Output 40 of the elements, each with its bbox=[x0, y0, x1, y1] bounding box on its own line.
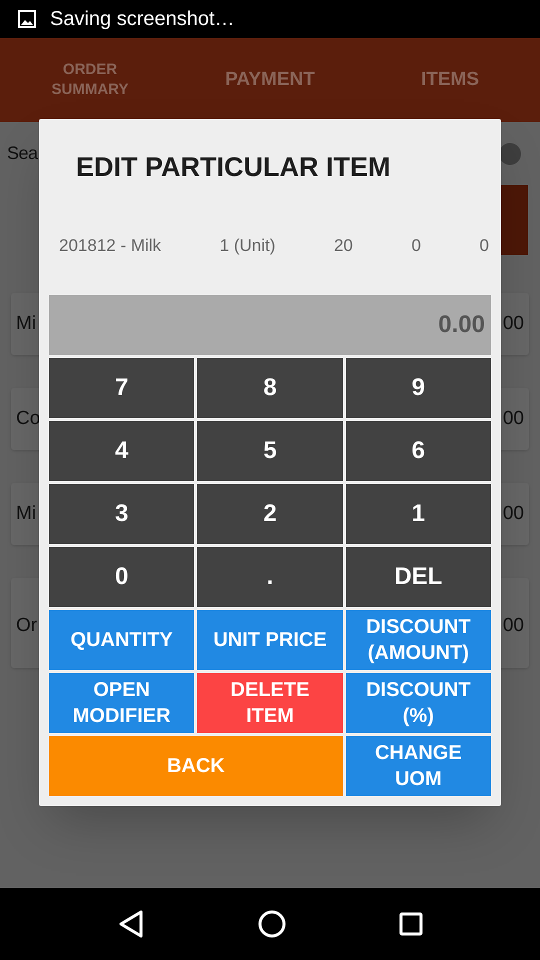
home-icon[interactable] bbox=[258, 910, 286, 938]
item-detail: 0 bbox=[411, 235, 421, 257]
keypad-button[interactable]: 7 bbox=[49, 358, 194, 418]
status-text: Saving screenshot… bbox=[50, 7, 235, 32]
keypad-button[interactable]: 3 bbox=[49, 484, 194, 544]
keypad-button[interactable]: 8 bbox=[197, 358, 343, 418]
item-detail: 0 bbox=[480, 235, 489, 257]
search-label: Sea bbox=[7, 142, 38, 165]
keypad-button[interactable]: 1 bbox=[346, 484, 491, 544]
back-icon[interactable] bbox=[116, 909, 145, 939]
recents-icon[interactable] bbox=[399, 912, 424, 936]
keypad-button[interactable]: DISCOUNT (AMOUNT) bbox=[346, 610, 491, 670]
keypad-button[interactable]: 6 bbox=[346, 420, 491, 480]
keypad-button[interactable]: UNIT PRICE bbox=[197, 610, 343, 670]
item-price: 00 bbox=[502, 406, 524, 431]
item-detail: 201812 - Milk bbox=[59, 235, 162, 257]
item-price: 00 bbox=[502, 614, 524, 638]
item-name: Mi bbox=[16, 312, 36, 336]
keypad-button[interactable]: 5 bbox=[197, 420, 343, 480]
keypad-button[interactable]: OPEN MODIFIER bbox=[49, 672, 194, 732]
keypad-button[interactable]: DEL bbox=[346, 546, 491, 606]
dialog-title: EDIT PARTICULAR ITEM bbox=[76, 151, 392, 183]
keypad-button[interactable]: . bbox=[197, 546, 343, 606]
keypad-button[interactable]: 0 bbox=[49, 546, 194, 606]
item-name: Or bbox=[16, 614, 38, 638]
keypad-button[interactable]: CHANGE UOM bbox=[346, 736, 491, 796]
toggle-switch[interactable] bbox=[499, 142, 521, 164]
item-name: Co bbox=[16, 406, 40, 431]
item-name: Mi bbox=[16, 502, 36, 526]
item-detail: 1 (Unit) bbox=[220, 235, 276, 257]
keypad-button[interactable]: 2 bbox=[197, 484, 343, 544]
keypad-button[interactable]: QUANTITY bbox=[49, 610, 194, 670]
keypad-button[interactable]: DISCOUNT (%) bbox=[346, 672, 491, 732]
keypad-button[interactable]: 4 bbox=[49, 420, 194, 480]
item-price: 00 bbox=[502, 502, 524, 526]
item-price: 00 bbox=[502, 312, 524, 336]
amount-display: 0.00 bbox=[49, 294, 491, 354]
image-icon bbox=[18, 10, 36, 28]
keypad-button[interactable]: 9 bbox=[346, 358, 491, 418]
item-detail: 20 bbox=[334, 235, 353, 257]
